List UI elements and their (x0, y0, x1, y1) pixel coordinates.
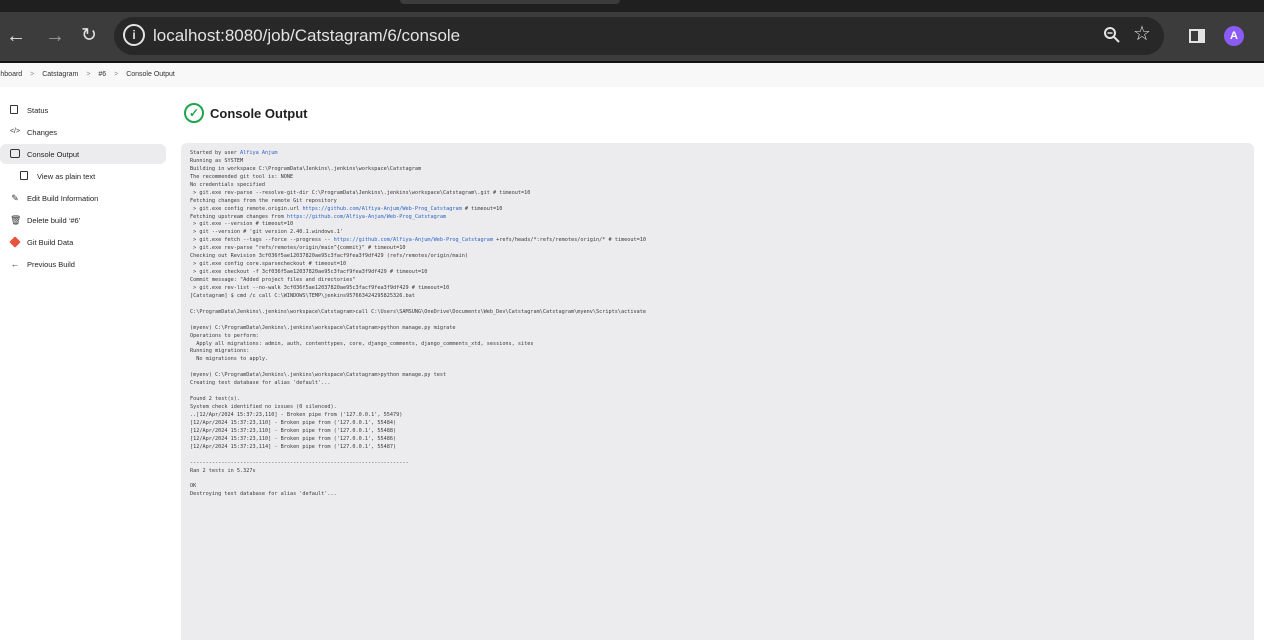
breadcrumb-catstagram[interactable]: Catstagram (42, 71, 78, 78)
console-link[interactable]: https://github.com/Alfiya-Anjum/Web-Prog… (287, 214, 446, 220)
console-line: > git.exe config remote.origin.url https… (190, 205, 503, 212)
success-check-icon: ✓ (184, 103, 204, 123)
console-line: ..[12/Apr/2024 15:37:23,110] - Broken pi… (190, 411, 403, 418)
sidebar-item-label: Delete build ‘#6’ (27, 216, 81, 225)
console-line: Checking out Revision 3cf036f5ae12037820… (190, 253, 468, 260)
console-line: Commit message: "Added project files and… (190, 277, 356, 283)
console-line: Apply all migrations: admin, auth, conte… (190, 340, 534, 347)
terminal-icon (10, 149, 20, 158)
console-line: The recommended git tool is: NONE (190, 173, 294, 180)
console-line: Fetching upstream changes from https://g… (190, 213, 447, 220)
address-bar[interactable]: i localhost:8080/job/Catstagram/6/consol… (114, 17, 1164, 55)
back-arrow-icon[interactable]: ← (4, 24, 28, 48)
breadcrumb: ashboard > Catstagram > #6 > Console Out… (0, 63, 1264, 87)
tab-strip (0, 0, 1264, 12)
console-line: > git.exe fetch --tags --force --progres… (190, 237, 646, 244)
console-line: [Catstagram] $ cmd /c call C:\WINDOWS\TE… (190, 292, 415, 299)
console-line: C:\ProgramData\Jenkins\.jenkins\workspac… (190, 308, 646, 315)
console-line: Running migrations: (190, 348, 250, 355)
side-panel-icon[interactable] (1189, 29, 1205, 43)
console-line: Started by user Alfiya Anjum (190, 150, 278, 156)
console-line: Destroying test database for alias 'defa… (190, 491, 337, 498)
edit-icon: ✎ (11, 193, 19, 203)
console-line: > git.exe rev-list --no-walk 3cf036f5ae1… (190, 284, 450, 291)
code-icon: </> (9, 128, 21, 135)
console-line: (myenv) C:\ProgramData\Jenkins\.jenkins\… (190, 372, 447, 379)
console-line: Found 2 test(s). (190, 396, 240, 403)
trash-icon: 🗑 (10, 215, 22, 225)
document-icon (20, 171, 28, 180)
breadcrumb-separator: > (86, 71, 91, 78)
breadcrumb-console-output[interactable]: Console Output (126, 71, 175, 78)
page-title: Console Output (210, 106, 308, 121)
sidebar-item-label: Previous Build (27, 260, 75, 269)
sidebar-item-status[interactable]: Status (0, 100, 170, 120)
console-line: No migrations to apply. (190, 356, 269, 363)
console-link[interactable]: https://github.com/Alfiya-Anjum/Web-Prog… (334, 237, 493, 243)
active-tab[interactable] (400, 0, 620, 4)
console-line: [12/Apr/2024 15:37:23,110] - Broken pipe… (190, 427, 397, 434)
console-line: ----------------------------------------… (190, 459, 409, 466)
console-line: System check identified no issues (0 sil… (190, 404, 337, 410)
sidebar-item-label: Status (27, 106, 49, 115)
sidebar-item-previous-build[interactable]: ← Previous Build (0, 254, 170, 274)
breadcrumb-dashboard[interactable]: ashboard (0, 71, 22, 78)
zoom-icon[interactable] (1102, 25, 1122, 45)
arrow-left-icon: ← (10, 259, 20, 269)
sidebar: Status </> Changes Console Output View a… (0, 100, 170, 276)
console-line: [12/Apr/2024 15:37:23,114] - Broken pipe… (190, 443, 397, 450)
console-line: Ran 2 tests in 5.327s (190, 467, 256, 474)
console-line: OK (190, 483, 197, 490)
profile-avatar[interactable]: A (1224, 26, 1244, 46)
console-line: Operations to perform: (190, 332, 259, 339)
sidebar-item-label: Edit Build Information (27, 194, 99, 203)
console-line: Running as SYSTEM (190, 157, 244, 164)
console-line: [12/Apr/2024 15:37:23,110] - Broken pipe… (190, 419, 397, 426)
console-line: [12/Apr/2024 15:37:23,110] - Broken pipe… (190, 435, 397, 442)
breadcrumb-separator: > (114, 71, 119, 78)
sidebar-item-label: Console Output (27, 150, 80, 159)
console-line: Building in workspace C:\ProgramData\Jen… (190, 165, 422, 172)
sidebar-item-git-build-data[interactable]: Git Build Data (0, 232, 170, 252)
sidebar-item-label: View as plain text (37, 172, 96, 181)
url-text[interactable]: localhost:8080/job/Catstagram/6/console (153, 26, 460, 46)
sidebar-item-view-plain-text[interactable]: View as plain text (0, 166, 170, 186)
breadcrumb-separator: > (30, 71, 35, 78)
console-line: > git.exe rev-parse "refs/remotes/origin… (190, 245, 406, 252)
console-log: Started by user Alfiya Anjum Running as S… (190, 150, 646, 499)
sidebar-item-delete-build[interactable]: 🗑 Delete build ‘#6’ (0, 210, 170, 230)
console-line: > git.exe config core.sparsecheckout # t… (190, 261, 347, 268)
console-line: > git.exe rev-parse --resolve-git-dir C:… (190, 189, 531, 196)
browser-toolbar: ← → ↻ i localhost:8080/job/Catstagram/6/… (0, 12, 1264, 61)
breadcrumb-build-6[interactable]: #6 (98, 71, 106, 78)
console-link[interactable]: Alfiya Anjum (240, 150, 277, 156)
reload-icon[interactable]: ↻ (77, 24, 101, 48)
console-line: > git.exe checkout -f 3cf036f5ae12037820… (190, 269, 428, 276)
console-line: (myenv) C:\ProgramData\Jenkins\.jenkins\… (190, 324, 456, 331)
sidebar-item-edit-build-info[interactable]: ✎ Edit Build Information (0, 188, 170, 208)
sidebar-item-console-output[interactable]: Console Output (0, 144, 166, 164)
sidebar-item-label: Git Build Data (27, 238, 74, 247)
console-output-panel: Started by user Alfiya Anjum Running as S… (181, 143, 1254, 640)
console-line: Fetching changes from the remote Git rep… (190, 197, 337, 204)
sidebar-item-label: Changes (27, 128, 58, 137)
forward-arrow-icon[interactable]: → (43, 24, 67, 48)
console-line: > git --version # 'git version 2.40.1.wi… (190, 229, 344, 236)
bookmark-star-icon[interactable]: ☆ (1133, 21, 1151, 46)
console-line: > git.exe --version # timeout=10 (190, 221, 294, 228)
sidebar-item-changes[interactable]: </> Changes (0, 122, 170, 142)
console-link[interactable]: https://github.com/Alfiya-Anjum/Web-Prog… (302, 206, 461, 212)
status-doc-icon (10, 105, 18, 114)
console-line: No credentials specified (190, 181, 265, 188)
site-info-icon[interactable]: i (123, 24, 145, 46)
git-icon (9, 236, 21, 248)
console-line: Creating test database for alias 'defaul… (190, 380, 331, 387)
